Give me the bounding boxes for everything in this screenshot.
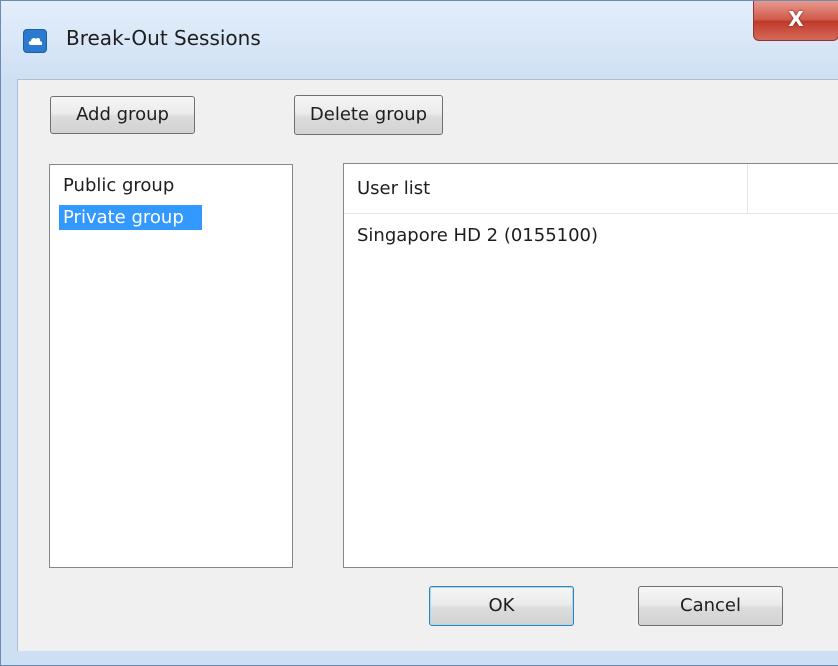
group-item-private[interactable]: Private group (59, 205, 202, 230)
user-list-header[interactable]: User list (344, 164, 838, 214)
user-list-column-header: User list (357, 178, 431, 199)
user-list-panel[interactable]: User list Singapore HD 2 (0155100) (343, 163, 838, 568)
title-bar[interactable]: Break-Out Sessions X (1, 1, 838, 79)
add-group-label: Add group (76, 104, 169, 125)
delete-group-button[interactable]: Delete group (294, 95, 443, 135)
close-button[interactable]: X (753, 1, 838, 41)
group-item-public[interactable]: Public group (59, 173, 178, 198)
window-title: Break-Out Sessions (66, 26, 261, 50)
column-divider[interactable] (747, 164, 748, 213)
dialog-body: Add group Delete group Public group Priv… (17, 79, 838, 651)
break-out-sessions-dialog: Break-Out Sessions X Add group Delete gr… (0, 0, 838, 666)
add-group-button[interactable]: Add group (50, 96, 195, 134)
ok-button[interactable]: OK (429, 586, 574, 626)
cancel-label: Cancel (680, 595, 741, 616)
user-list-item[interactable]: Singapore HD 2 (0155100) (357, 225, 598, 246)
close-icon: X (788, 7, 804, 31)
ok-label: OK (488, 595, 515, 616)
delete-group-label: Delete group (309, 104, 428, 125)
group-list[interactable]: Public group Private group (49, 164, 293, 568)
cancel-button[interactable]: Cancel (638, 586, 783, 626)
cloud-app-icon (23, 29, 47, 53)
